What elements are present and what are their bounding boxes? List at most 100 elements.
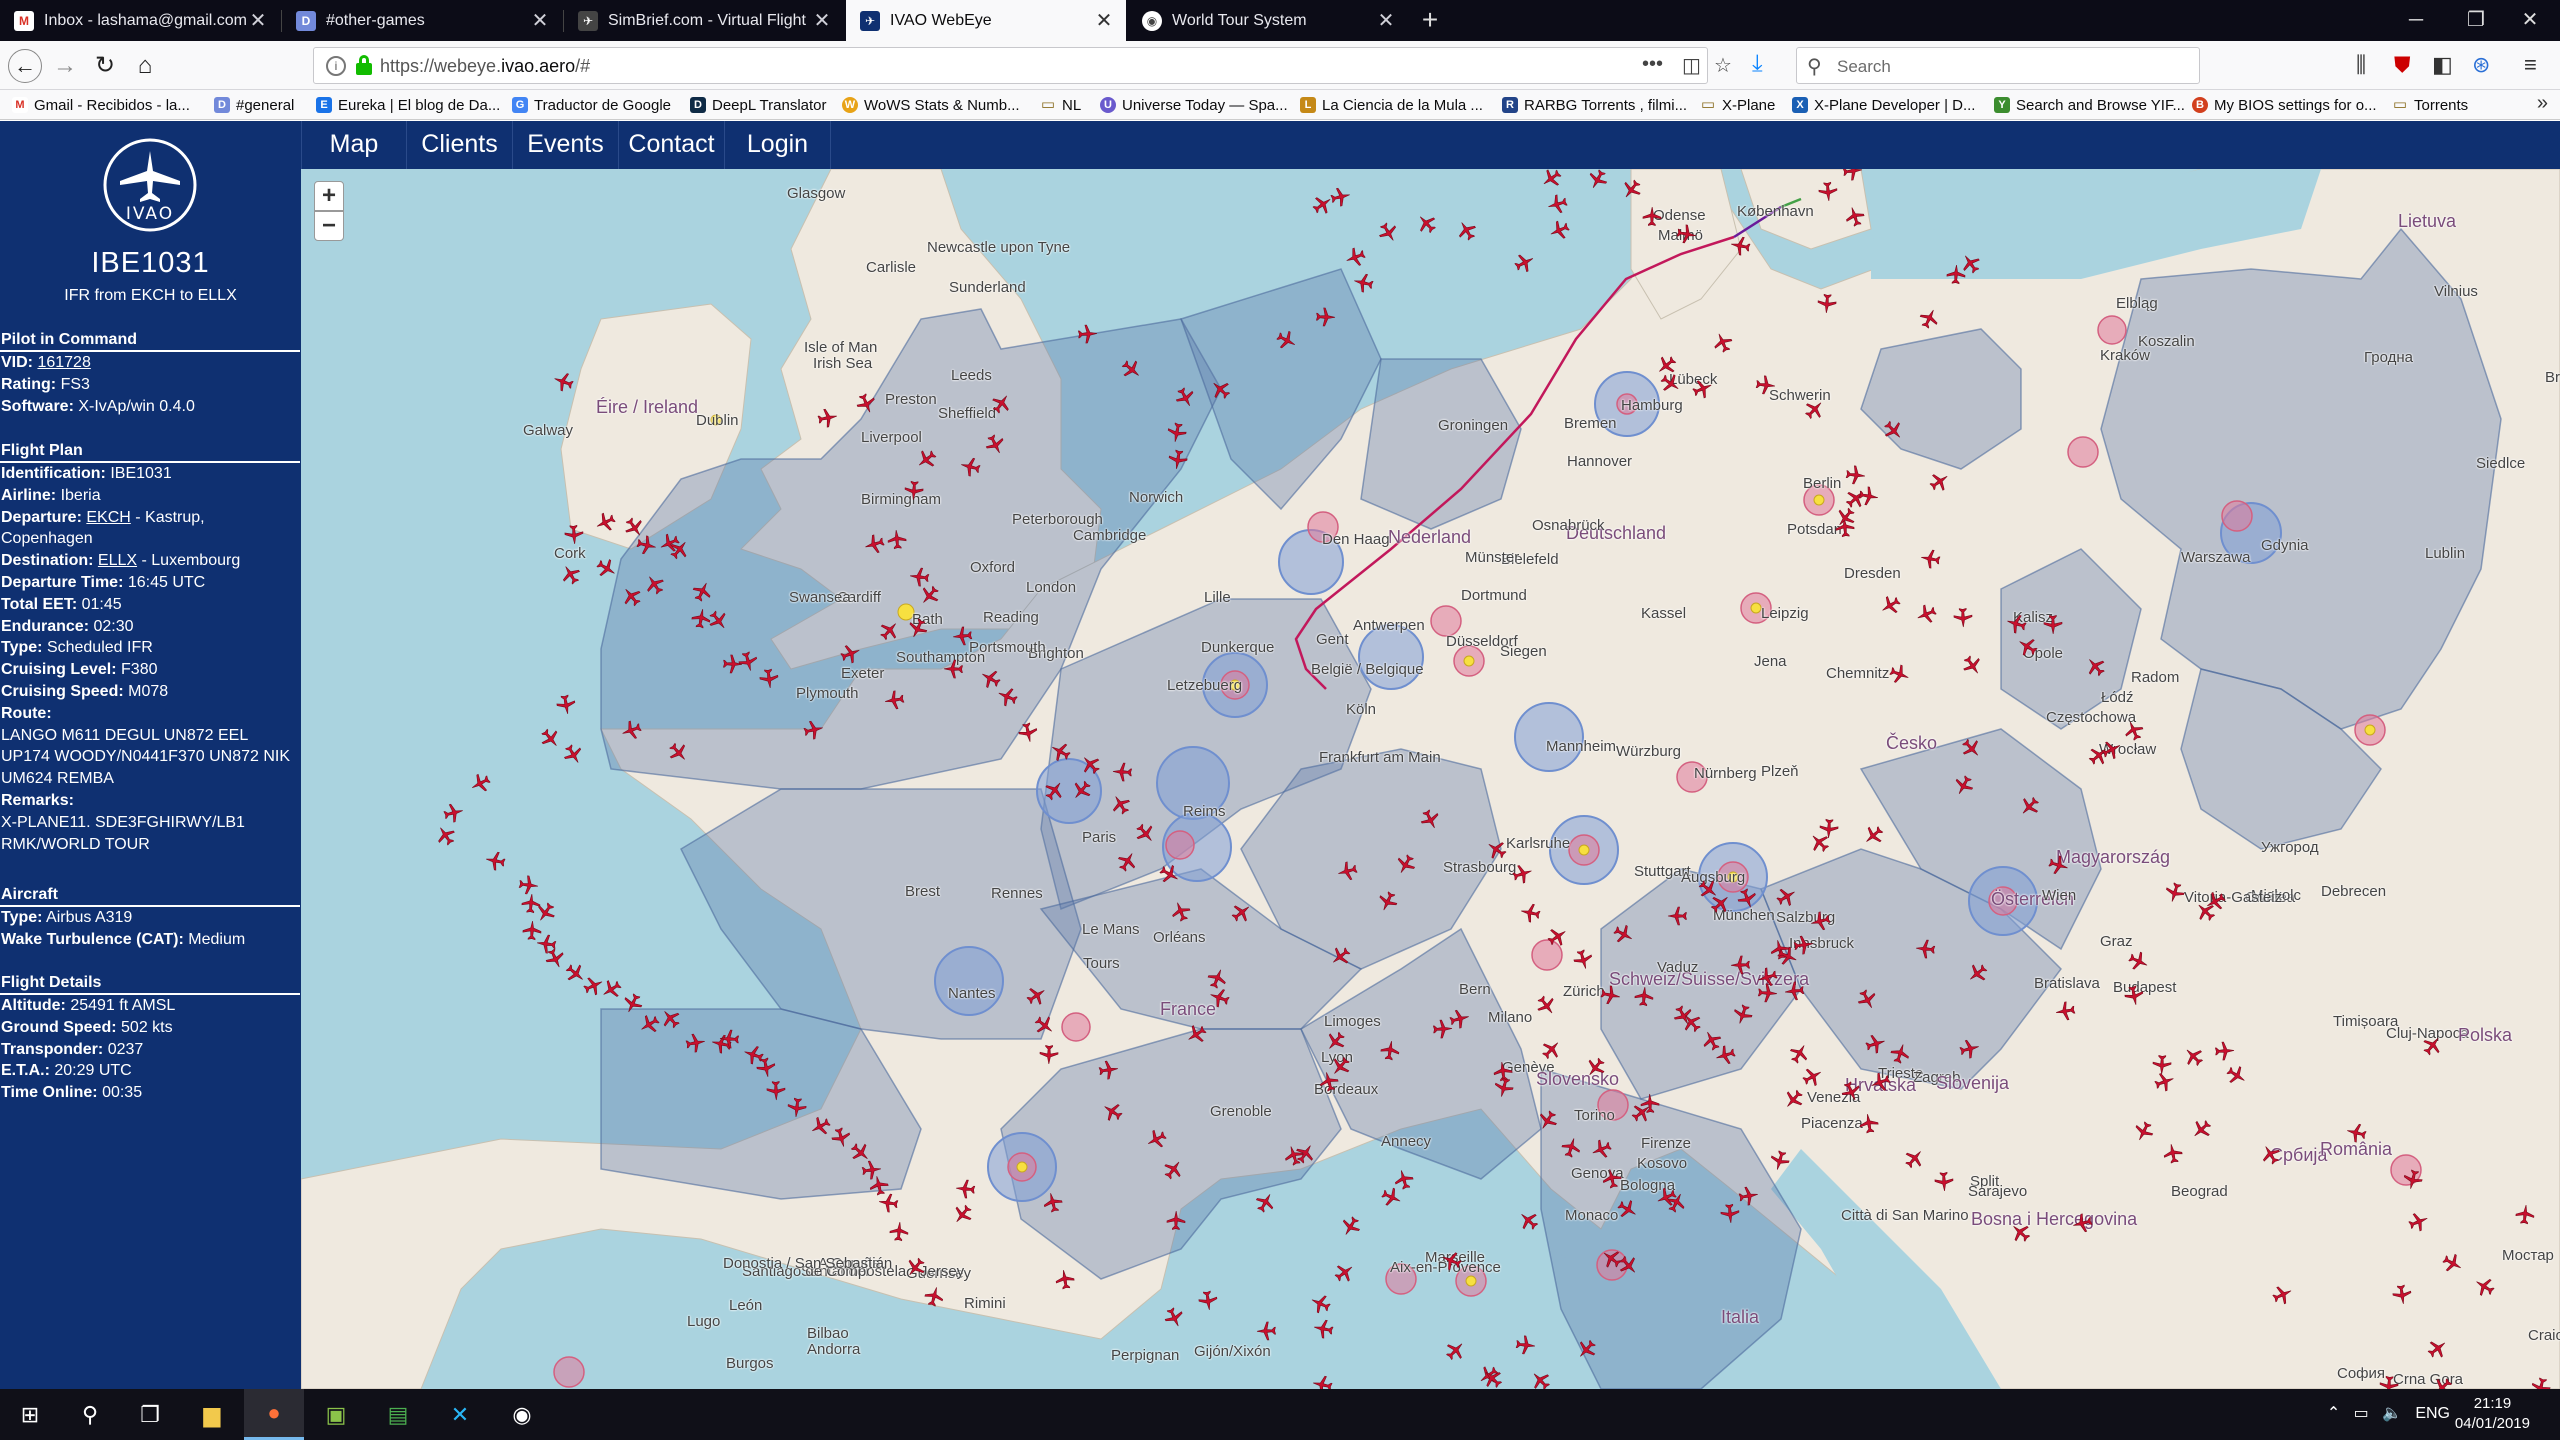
aircraft-marker-icon[interactable]: [2514, 1204, 2536, 1226]
aircraft-marker-icon[interactable]: [1719, 1202, 1741, 1224]
aircraft-marker-icon[interactable]: [639, 1013, 661, 1035]
aircraft-marker-icon[interactable]: [1340, 1215, 1362, 1237]
aircraft-marker-icon[interactable]: [2432, 1376, 2454, 1389]
minimize-button[interactable]: ─: [2386, 0, 2446, 41]
aircraft-marker-icon[interactable]: [755, 1056, 777, 1078]
aircraft-marker-icon[interactable]: [1675, 223, 1697, 245]
home-button[interactable]: ⌂: [128, 49, 162, 83]
site-info-icon[interactable]: i: [326, 56, 346, 76]
download-icon[interactable]: ⤓: [1752, 50, 1763, 78]
aircraft-marker-icon[interactable]: [1441, 1250, 1463, 1272]
aircraft-marker-icon[interactable]: [1112, 761, 1134, 783]
aircraft-marker-icon[interactable]: [2205, 890, 2227, 912]
aircraft-marker-icon[interactable]: [1958, 1038, 1980, 1060]
aircraft-marker-icon[interactable]: [2047, 854, 2069, 876]
bookmark-item[interactable]: M Gmail - Recibidos - la...: [12, 94, 190, 116]
aircraft-marker-icon[interactable]: [2441, 1252, 2463, 1274]
aircraft-marker-icon[interactable]: [1783, 1088, 1805, 1110]
aircraft-marker-icon[interactable]: [1952, 606, 1974, 628]
aircraft-marker-icon[interactable]: [2183, 1046, 2205, 1068]
aircraft-marker-icon[interactable]: [1576, 1338, 1598, 1360]
aircraft-marker-icon[interactable]: [1928, 471, 1950, 493]
tab-simbrief[interactable]: ✈ SimBrief.com - Virtual Flight Pl ✕: [564, 0, 844, 41]
aircraft-marker-icon[interactable]: [1844, 206, 1866, 228]
aircraft-marker-icon[interactable]: [2055, 1000, 2077, 1022]
aircraft-marker-icon[interactable]: [2407, 1211, 2429, 1233]
aircraft-marker-icon[interactable]: [660, 1008, 682, 1030]
aircraft-marker-icon[interactable]: [1330, 945, 1352, 967]
sidebar-icon[interactable]: ◧: [2432, 52, 2453, 78]
close-tab-icon[interactable]: ✕: [528, 8, 552, 33]
aircraft-marker-icon[interactable]: [1042, 1192, 1064, 1214]
aircraft-marker-icon[interactable]: [1166, 421, 1188, 443]
close-tab-icon[interactable]: ✕: [246, 8, 270, 33]
bookmark-item[interactable]: W WoWS Stats & Numb...: [842, 94, 1020, 116]
library-icon[interactable]: ⫼: [2356, 52, 2366, 78]
aircraft-marker-icon[interactable]: [955, 1178, 977, 1200]
departure-link[interactable]: EKCH: [86, 509, 130, 526]
reload-button[interactable]: ↻: [88, 49, 122, 83]
aircraft-marker-icon[interactable]: [2391, 1283, 2413, 1305]
aircraft-marker-icon[interactable]: [1617, 1254, 1639, 1276]
aircraft-marker-icon[interactable]: [878, 1192, 900, 1214]
aircraft-marker-icon[interactable]: [1071, 779, 1093, 801]
xplane-icon[interactable]: ✕: [430, 1389, 490, 1440]
aircraft-marker-icon[interactable]: [1880, 594, 1902, 616]
aircraft-marker-icon[interactable]: [563, 523, 585, 545]
aircraft-marker-icon[interactable]: [1537, 1109, 1559, 1131]
nav-login[interactable]: Login: [725, 121, 831, 169]
aircraft-marker-icon[interactable]: [1801, 1066, 1823, 1088]
aircraft-marker-icon[interactable]: [595, 511, 617, 533]
aircraft-marker-icon[interactable]: [1456, 220, 1478, 242]
aircraft-marker-icon[interactable]: [1667, 905, 1689, 927]
tab-discord[interactable]: D #other-games ✕: [282, 0, 562, 41]
aircraft-marker-icon[interactable]: [984, 433, 1006, 455]
close-tab-icon[interactable]: ✕: [1092, 8, 1116, 33]
tab-ivao-webeye[interactable]: ✈ IVAO WebEye ✕: [846, 0, 1126, 41]
aircraft-marker-icon[interactable]: [1482, 1368, 1504, 1389]
aircraft-marker-icon[interactable]: [1419, 808, 1441, 830]
bookmarks-overflow-icon[interactable]: »: [2537, 92, 2548, 115]
aircraft-marker-icon[interactable]: [2133, 1120, 2155, 1142]
bookmark-item[interactable]: U Universe Today — Spa...: [1100, 94, 1288, 116]
aircraft-marker-icon[interactable]: [1197, 1289, 1219, 1311]
aircraft-marker-icon[interactable]: [765, 1079, 787, 1101]
aircraft-marker-icon[interactable]: [1314, 306, 1336, 328]
aircraft-marker-icon[interactable]: [1730, 954, 1752, 976]
aircraft-marker-icon[interactable]: [990, 393, 1012, 415]
aircraft-marker-icon[interactable]: [1050, 741, 1072, 763]
bookmark-folder[interactable]: ▭ X-Plane: [1700, 94, 1775, 116]
aircraft-marker-icon[interactable]: [1254, 1192, 1276, 1214]
aircraft-marker-icon[interactable]: [960, 456, 982, 478]
aircraft-marker-icon[interactable]: [1841, 169, 1863, 182]
aircraft-marker-icon[interactable]: [1560, 1137, 1582, 1159]
aircraft-marker-icon[interactable]: [1656, 354, 1678, 376]
aircraft-marker-icon[interactable]: [1345, 246, 1367, 268]
aircraft-marker-icon[interactable]: [1330, 1055, 1352, 1077]
close-tab-icon[interactable]: ✕: [1374, 8, 1398, 33]
aircraft-marker-icon[interactable]: [668, 539, 690, 561]
aircraft-marker-icon[interactable]: [721, 653, 743, 675]
aircraft-marker-icon[interactable]: [1572, 948, 1594, 970]
aircraft-marker-icon[interactable]: [1230, 902, 1252, 924]
aircraft-marker-icon[interactable]: [601, 978, 623, 1000]
nav-map[interactable]: Map: [301, 121, 407, 169]
aircraft-marker-icon[interactable]: [1514, 1334, 1536, 1356]
tab-gmail[interactable]: M Inbox - lashama@gmail.com - ✕: [0, 0, 280, 41]
aircraft-marker-icon[interactable]: [1541, 169, 1563, 189]
aircraft-marker-icon[interactable]: [1377, 221, 1399, 243]
aircraft-marker-icon[interactable]: [707, 609, 729, 631]
aircraft-marker-icon[interactable]: [1097, 1059, 1119, 1081]
aircraft-marker-icon[interactable]: [878, 620, 900, 642]
aircraft-marker-icon[interactable]: [2123, 984, 2145, 1006]
aircraft-marker-icon[interactable]: [1102, 1101, 1124, 1123]
bookmark-folder[interactable]: ▭ Torrents: [2392, 94, 2468, 116]
bookmark-item[interactable]: E Eureka | El blog de Da...: [316, 94, 500, 116]
aircraft-marker-icon[interactable]: [923, 1286, 945, 1308]
aircraft-marker-icon[interactable]: [2100, 739, 2122, 761]
excel-icon[interactable]: ▤: [368, 1389, 428, 1440]
aircraft-marker-icon[interactable]: [810, 1115, 832, 1137]
search-icon[interactable]: ⚲: [60, 1389, 120, 1440]
aircraft-marker-icon[interactable]: [1540, 1039, 1562, 1061]
aircraft-marker-icon[interactable]: [1844, 464, 1866, 486]
